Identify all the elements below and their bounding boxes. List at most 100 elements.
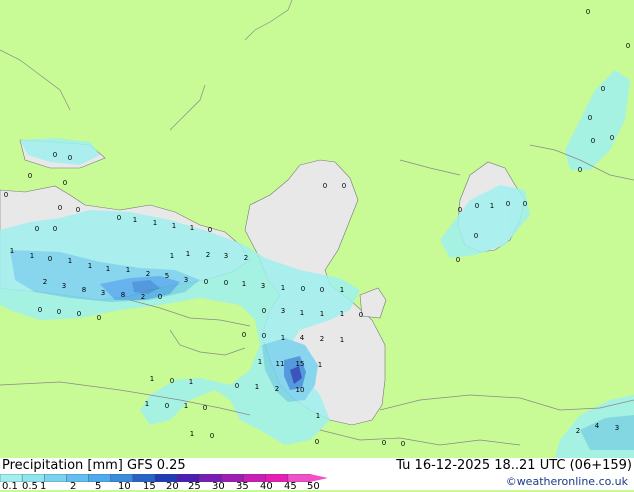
color-scale-bar <box>0 474 328 482</box>
precip-value: 3 <box>281 307 285 315</box>
precip-value: 0 <box>626 42 630 50</box>
precip-value: 3 <box>224 252 228 260</box>
precip-value: 2 <box>206 251 210 259</box>
precip-value: 0 <box>610 134 614 142</box>
precip-value: 1 <box>255 383 259 391</box>
precip-value: 8 <box>121 291 125 299</box>
precip-value: 2 <box>141 293 145 301</box>
precip-value: 2 <box>320 335 324 343</box>
precip-value: 0 <box>63 179 67 187</box>
precip-value: 1 <box>106 265 110 273</box>
precip-value: 0 <box>323 182 327 190</box>
precip-value: 1 <box>184 402 188 410</box>
color-scale-tick-label: 20 <box>166 481 179 492</box>
run-time: Tu 16-12-2025 18..21 UTC (06+159) <box>396 458 632 473</box>
color-scale-tick-label: 10 <box>118 481 131 492</box>
color-scale-tick-label: 40 <box>260 481 273 492</box>
precip-value: 0 <box>170 377 174 385</box>
color-scale-tick-label: 1 <box>40 481 47 492</box>
precip-value: 2 <box>146 270 150 278</box>
precip-value: 1 <box>258 358 262 366</box>
precip-value: 0 <box>28 172 32 180</box>
precip-value: 0 <box>48 255 52 263</box>
color-scale-tick-label: 0.1 <box>2 481 18 492</box>
precip-value: 1 <box>68 257 72 265</box>
precip-value: 0 <box>235 382 239 390</box>
precip-value: 0 <box>588 114 592 122</box>
precip-value: 0 <box>117 214 121 222</box>
precip-value: 0 <box>342 182 346 190</box>
credit-link[interactable]: ©weatheronline.co.uk <box>506 475 628 488</box>
precip-value: 1 <box>340 286 344 294</box>
precip-value: 1 <box>190 430 194 438</box>
precip-value: 0 <box>506 200 510 208</box>
map-title: Precipitation [mm] GFS 0.25 <box>2 458 186 473</box>
precip-value: 1 <box>10 247 14 255</box>
precip-value: 2 <box>576 427 580 435</box>
precip-value: 0 <box>591 137 595 145</box>
precip-value: 10 <box>296 386 305 394</box>
precip-value: 0 <box>204 278 208 286</box>
precip-value: 3 <box>184 276 188 284</box>
precip-value: 0 <box>382 439 386 447</box>
precip-value: 0 <box>77 310 81 318</box>
color-scale-tick-label: 35 <box>236 481 249 492</box>
precip-value: 0 <box>165 402 169 410</box>
precip-value: 11 <box>276 360 285 368</box>
precip-value: 1 <box>145 400 149 408</box>
precip-value: 0 <box>475 202 479 210</box>
precip-value: 0 <box>76 206 80 214</box>
precip-value: 1 <box>320 310 324 318</box>
precip-value: 0 <box>301 285 305 293</box>
precip-value: 0 <box>4 191 8 199</box>
precip-value: 0 <box>224 279 228 287</box>
precip-value: 0 <box>58 204 62 212</box>
precip-value: 0 <box>458 206 462 214</box>
precip-value: 1 <box>88 262 92 270</box>
precip-value: 1 <box>242 280 246 288</box>
precip-value: 0 <box>262 307 266 315</box>
precip-value: 8 <box>82 286 86 294</box>
precip-value: 0 <box>208 226 212 234</box>
precip-value: 1 <box>170 252 174 260</box>
legend-footer: Precipitation [mm] GFS 0.25 Tu 16-12-202… <box>0 458 634 492</box>
precip-value: 1 <box>186 250 190 258</box>
precip-value: 1 <box>316 412 320 420</box>
precip-value: 0 <box>474 232 478 240</box>
precip-value: 4 <box>300 334 305 342</box>
precip-value: 0 <box>320 286 324 294</box>
color-scale-swatch <box>44 474 68 482</box>
precip-value: 1 <box>490 202 494 210</box>
precip-value: 0 <box>203 404 207 412</box>
precip-value: 1 <box>340 336 344 344</box>
precip-value: 0 <box>97 314 101 322</box>
precip-value: 1 <box>340 310 344 318</box>
precip-value: 2 <box>244 254 248 262</box>
precip-value: 3 <box>101 289 105 297</box>
precip-value: 0 <box>262 332 266 340</box>
precip-value: 0 <box>359 311 363 319</box>
precip-value: 3 <box>615 424 619 432</box>
precip-value: 0 <box>586 8 590 16</box>
precip-value: 1 <box>281 334 285 342</box>
precip-value: 0 <box>68 154 72 162</box>
precip-value: 0 <box>57 308 61 316</box>
precip-value: 0 <box>456 256 460 264</box>
precip-value: 0 <box>601 85 605 93</box>
precip-value: 15 <box>296 360 305 368</box>
precip-value: 1 <box>133 216 137 224</box>
precip-value: 0 <box>210 432 214 440</box>
precip-value: 1 <box>172 222 176 230</box>
precip-value: 1 <box>190 224 194 232</box>
precip-value: 0 <box>38 306 42 314</box>
precip-value: 4 <box>595 422 600 430</box>
color-scale-tick-label: 2 <box>70 481 77 492</box>
color-scale-tick-label: 5 <box>95 481 102 492</box>
precip-value: 1 <box>30 252 34 260</box>
precip-value: 0 <box>401 440 405 448</box>
color-scale-tick-label: 30 <box>212 481 225 492</box>
precip-value: 1 <box>318 361 322 369</box>
precip-value: 0 <box>578 166 582 174</box>
color-scale-tick-label: 0.5 <box>22 481 38 492</box>
color-scale-tick-label: 45 <box>284 481 297 492</box>
